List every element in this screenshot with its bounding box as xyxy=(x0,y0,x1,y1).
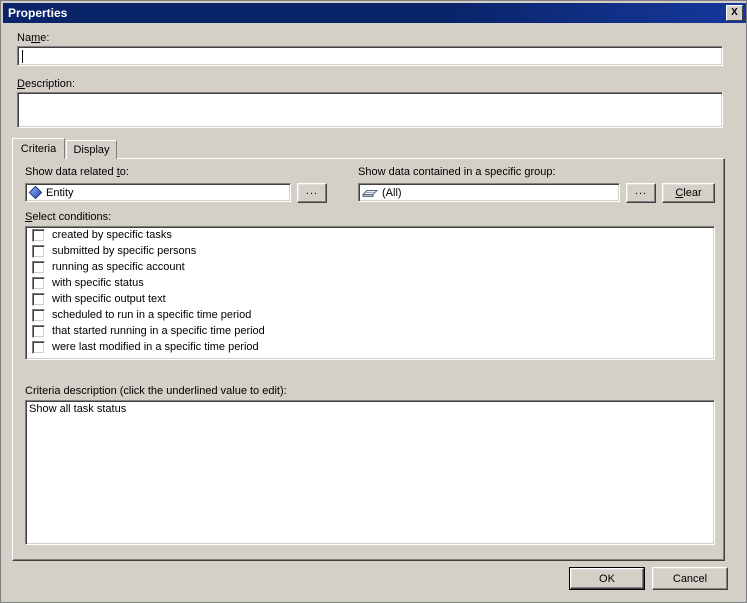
list-item[interactable]: created by specific tasks xyxy=(26,227,714,243)
show-data-related-value: Entity xyxy=(46,186,74,199)
show-group-label: Show data contained in a specific group: xyxy=(358,166,556,178)
close-icon[interactable]: X xyxy=(726,5,743,21)
show-group-field[interactable]: (All) xyxy=(358,183,620,202)
show-data-related-label: Show data related to: xyxy=(25,166,129,178)
list-item[interactable]: with specific output text xyxy=(26,291,714,307)
list-item-label: scheduled to run in a specific time peri… xyxy=(52,309,252,321)
name-label: Name: xyxy=(17,32,49,44)
entity-diamond-icon xyxy=(29,186,42,199)
checkbox-icon[interactable] xyxy=(32,340,45,354)
tab-criteria[interactable]: Criteria xyxy=(12,138,65,159)
description-label-part2: escription: xyxy=(24,78,76,90)
checkbox-icon[interactable] xyxy=(32,308,45,322)
list-item-label: submitted by specific persons xyxy=(52,245,197,257)
group-browse-button[interactable]: ... xyxy=(626,183,656,203)
list-item-label: that started running in a specific time … xyxy=(52,325,265,337)
list-item[interactable]: running as specific account xyxy=(26,259,714,275)
criteria-description-box[interactable]: Show all task status xyxy=(25,400,715,545)
group-icon xyxy=(362,189,378,197)
related-browse-label: ... xyxy=(305,185,319,197)
list-item-label: created by specific tasks xyxy=(52,229,172,241)
list-item[interactable]: scheduled to run in a specific time peri… xyxy=(26,307,714,323)
cancel-button[interactable]: Cancel xyxy=(652,567,728,590)
clear-rest: lear xyxy=(683,187,702,199)
select-conditions-label: Select conditions: xyxy=(25,211,111,223)
properties-dialog: Properties X Name: Description: Criteria… xyxy=(0,0,747,603)
list-item-label: were last modified in a specific time pe… xyxy=(52,341,259,353)
clear-button-label: Clear xyxy=(675,187,701,199)
close-glyph: X xyxy=(731,7,738,18)
ok-button-inner: OK xyxy=(570,568,644,589)
name-input[interactable] xyxy=(17,46,723,66)
conditions-label-rest: elect conditions: xyxy=(32,211,112,223)
description-label-accel: D xyxy=(17,78,25,90)
window-title: Properties xyxy=(8,6,68,20)
related-label-part2: o: xyxy=(119,166,129,178)
list-item[interactable]: with specific status xyxy=(26,275,714,291)
checkbox-icon[interactable] xyxy=(32,292,45,306)
conditions-list[interactable]: created by specific tasks submitted by s… xyxy=(25,226,715,360)
text-caret xyxy=(22,50,23,63)
list-item-label: running as specific account xyxy=(52,261,185,273)
criteria-description-text: Show all task status xyxy=(29,403,127,415)
name-label-accel: m xyxy=(31,32,41,44)
checkbox-icon[interactable] xyxy=(32,228,45,242)
list-item-label: with specific output text xyxy=(52,293,166,305)
ok-button-label: OK xyxy=(599,572,615,585)
related-label-part1: Show data related xyxy=(25,166,117,178)
group-browse-label: ... xyxy=(634,185,648,197)
tab-criteria-label: Criteria xyxy=(20,143,57,155)
criteria-description-label: Criteria description (click the underlin… xyxy=(25,385,287,397)
description-input[interactable] xyxy=(17,92,723,128)
checkbox-icon[interactable] xyxy=(32,276,45,290)
cancel-button-label: Cancel xyxy=(672,572,708,585)
tab-display[interactable]: Display xyxy=(66,140,117,159)
group-label-part1: Show data contained in a specific xyxy=(358,166,525,178)
list-item[interactable]: were last modified in a specific time pe… xyxy=(26,339,714,355)
clear-button[interactable]: Clear xyxy=(662,183,715,203)
related-browse-button[interactable]: ... xyxy=(297,183,327,203)
ok-button[interactable]: OK xyxy=(569,567,645,590)
title-bar[interactable]: Properties X xyxy=(3,3,746,23)
description-label: Description: xyxy=(17,78,75,90)
checkbox-icon[interactable] xyxy=(32,260,45,274)
checkbox-icon[interactable] xyxy=(32,244,45,258)
list-item[interactable]: submitted by specific persons xyxy=(26,243,714,259)
show-group-value: (All) xyxy=(382,186,402,199)
list-item[interactable]: that started running in a specific time … xyxy=(26,323,714,339)
list-item-label: with specific status xyxy=(52,277,144,289)
name-label-part2: e: xyxy=(40,32,50,44)
tab-display-label: Display xyxy=(73,143,110,156)
name-label-part1: Na xyxy=(17,32,32,44)
group-label-part2: roup: xyxy=(530,166,556,178)
show-data-related-field[interactable]: Entity xyxy=(25,183,291,202)
checkbox-icon[interactable] xyxy=(32,324,45,338)
